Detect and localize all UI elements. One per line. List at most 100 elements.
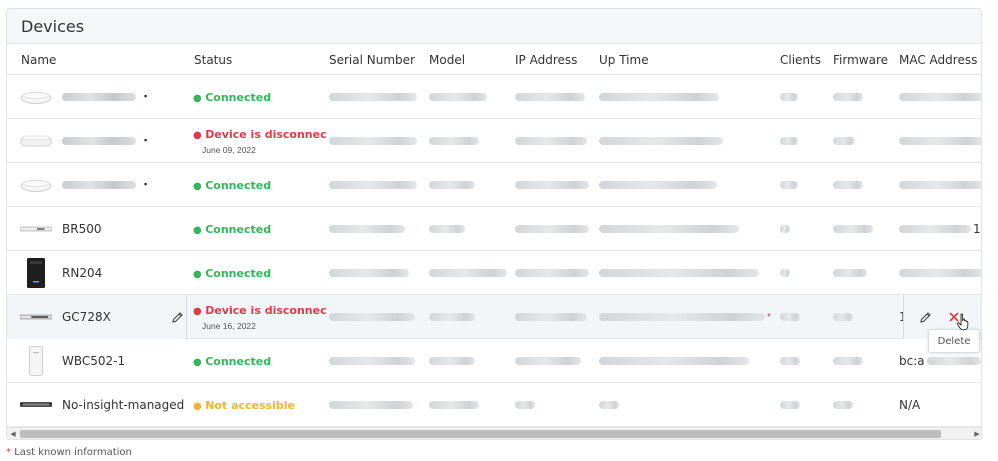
mac-visible-fragment: bc:a [899, 354, 925, 368]
table-row[interactable]: RN204 ● Connected [7, 251, 981, 295]
column-header-name[interactable]: Name [21, 53, 56, 67]
model-redacted [429, 181, 475, 189]
clients-redacted [780, 357, 800, 365]
column-header-ip[interactable]: IP Address [515, 53, 577, 67]
uptime-redacted [599, 357, 749, 365]
firmware-redacted [833, 313, 853, 321]
serial-redacted [329, 357, 415, 365]
horizontal-scrollbar[interactable]: ◀ ▶ [7, 427, 981, 439]
chevron-left-icon[interactable]: ◀ [7, 428, 19, 439]
model-redacted [429, 313, 475, 321]
status-cell: ● Connected [193, 339, 327, 383]
column-header-model[interactable]: Model [429, 53, 465, 67]
uptime-redacted [599, 225, 739, 233]
device-name-cell: RN204 [7, 251, 187, 295]
clients-redacted [780, 313, 800, 321]
column-header-firmware[interactable]: Firmware [833, 53, 888, 67]
chevron-right-icon[interactable]: ▶ [971, 428, 981, 439]
table-row-selected[interactable]: GC728X ● Device is disconnected June 16,… [7, 295, 981, 339]
unmanaged-switch-image [20, 390, 52, 420]
device-name-cell [7, 119, 187, 163]
device-name-cell: No-insight-managed [7, 383, 187, 427]
uptime-redacted [599, 401, 619, 409]
uptime-redacted [599, 93, 719, 101]
last-seen-date: June 09, 2022 [202, 144, 256, 155]
device-name[interactable]: No-insight-managed [62, 398, 184, 412]
clients-redacted [780, 225, 790, 233]
serial-redacted [329, 93, 417, 101]
status-not-accessible: ● Not accessible [193, 398, 295, 412]
clients-redacted [780, 269, 790, 277]
hand-pointer-icon [956, 313, 972, 334]
model-redacted [429, 93, 487, 101]
firmware-redacted [833, 137, 855, 145]
firmware-redacted [833, 269, 867, 277]
bridge-image [20, 346, 52, 376]
device-name-cell [7, 75, 187, 119]
pencil-icon [171, 311, 183, 323]
status-cell: ● Connected [193, 75, 327, 119]
device-name[interactable]: BR500 [62, 222, 101, 236]
table-row[interactable]: WBC502-1 ● Connected bc:a [7, 339, 981, 383]
device-name-redacted [62, 93, 136, 101]
table-row[interactable]: ● Connected [7, 75, 981, 119]
device-name[interactable]: GC728X [62, 310, 111, 324]
card-header: Devices [7, 9, 981, 44]
device-name[interactable]: RN204 [62, 266, 102, 280]
router-image [20, 214, 52, 244]
ip-redacted [515, 93, 585, 101]
mac-visible-fragment: 1 [973, 222, 981, 236]
status-cell: ● Not accessible [193, 383, 327, 427]
device-name-cell: WBC502-1 [7, 339, 187, 383]
serial-redacted [329, 137, 417, 145]
ip-redacted [515, 137, 587, 145]
table-row[interactable]: No-insight-managed ● Not accessible N/A [7, 383, 981, 427]
uptime-redacted [599, 313, 765, 321]
access-point-image [20, 126, 52, 156]
uptime-redacted [599, 181, 717, 189]
device-name-redacted [62, 137, 136, 145]
model-redacted [429, 269, 507, 277]
uptime-redacted [599, 269, 759, 277]
column-header-status[interactable]: Status [194, 53, 232, 67]
uptime-redacted [599, 137, 723, 145]
ip-redacted [515, 401, 535, 409]
status-disconnected: ● Device is disconnected [193, 303, 327, 317]
clients-redacted [780, 181, 798, 189]
pencil-icon [920, 311, 931, 323]
status-cell: ● Device is disconnected June 16, 2022 [193, 295, 327, 339]
device-name-cell: BR500 [7, 207, 187, 251]
edit-device-button[interactable] [917, 308, 935, 326]
devices-card: Devices Name Status Serial Number Model … [6, 8, 982, 440]
table-row[interactable]: BR500 ● Connected 1 [7, 207, 981, 251]
status-connected: ● Connected [193, 90, 272, 104]
column-header-mac[interactable]: MAC Address [899, 53, 977, 67]
switch-image [20, 302, 52, 332]
access-point-image [20, 82, 52, 112]
edit-name-button[interactable] [167, 307, 186, 327]
table-row[interactable]: ● Device is disconnected June 09, 2022 [7, 119, 981, 163]
table-header: Name Status Serial Number Model IP Addre… [7, 45, 981, 75]
status-disconnected: ● Device is disconnected [193, 127, 327, 141]
serial-redacted [329, 313, 415, 321]
mac-redacted [899, 269, 981, 277]
status-connected: ● Connected [193, 266, 272, 280]
footnote: * Last known information [6, 447, 132, 458]
serial-redacted [329, 181, 417, 189]
model-redacted [429, 401, 479, 409]
status-cell: ● Connected [193, 163, 327, 207]
access-point-image [20, 170, 52, 200]
device-name[interactable]: WBC502-1 [62, 354, 125, 368]
mac-redacted [899, 93, 981, 101]
last-known-star: * [767, 311, 771, 323]
column-header-uptime[interactable]: Up Time [599, 53, 649, 67]
column-header-serial[interactable]: Serial Number [329, 53, 415, 67]
scrollbar-thumb[interactable] [20, 430, 941, 438]
table-row[interactable]: ● Connected [7, 163, 981, 207]
serial-redacted [329, 401, 413, 409]
column-header-clients[interactable]: Clients [780, 53, 821, 67]
readynas-image [20, 258, 52, 288]
model-redacted [429, 137, 479, 145]
mac-redacted [899, 225, 971, 233]
mac-redacted [926, 357, 981, 365]
